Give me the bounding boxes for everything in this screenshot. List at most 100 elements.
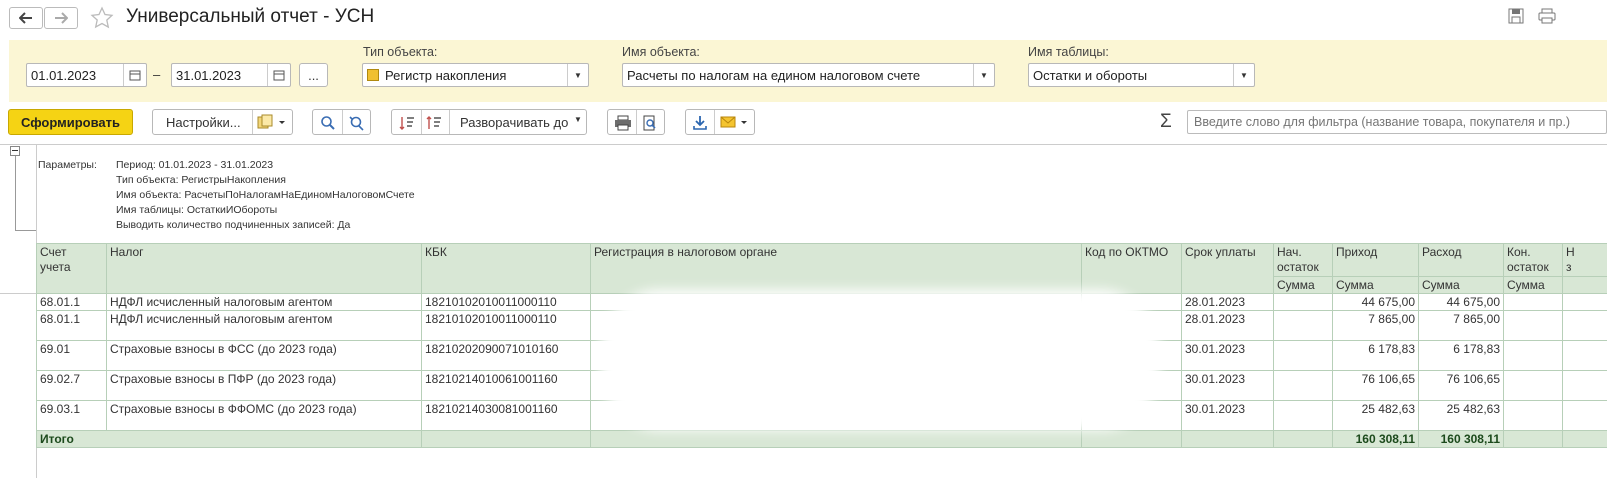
variants-icon[interactable] (257, 114, 287, 133)
expand-group: Разворачивать до ▼ (391, 109, 587, 135)
cell-expense: 25 482,63 (1418, 400, 1504, 431)
period-select-button[interactable]: ... (299, 63, 328, 87)
search-refresh-icon[interactable] (348, 115, 364, 134)
cell-end (1503, 310, 1563, 341)
header-tax: Налог (106, 243, 422, 294)
redacted-area (600, 290, 1160, 430)
param-object-type: Тип объекта: РегистрыНакопления (116, 174, 286, 186)
cell-start (1273, 370, 1333, 401)
total-expense: 160 308,11 (1418, 430, 1504, 448)
cell-due: 30.01.2023 (1181, 400, 1274, 431)
table-name-label: Имя таблицы: (1028, 45, 1109, 59)
param-period: Период: 01.01.2023 - 31.01.2023 (116, 159, 274, 171)
header-sum: Сумма (1503, 276, 1563, 294)
header-cut-column: Нз (1562, 243, 1607, 277)
header-sum-cut (1562, 276, 1607, 294)
expand-icon[interactable] (426, 115, 442, 134)
group-line (15, 230, 37, 231)
collapse-icon[interactable] (399, 115, 415, 134)
cell-start (1273, 310, 1333, 341)
total-label: Итого (36, 430, 422, 448)
chevron-down-icon[interactable]: ▼ (1233, 64, 1254, 86)
cell-income: 25 482,63 (1332, 400, 1419, 431)
cell-kbk: 18210102010011000110 (421, 293, 591, 311)
header-oktmo: Код по ОКТМО (1081, 243, 1182, 294)
print-icon[interactable] (614, 115, 632, 134)
chevron-down-icon[interactable]: ▼ (574, 115, 582, 124)
cell-start (1273, 340, 1333, 371)
filter-search-input[interactable] (1187, 110, 1607, 134)
settings-group: Настройки... (152, 109, 293, 135)
sum-icon[interactable]: Σ (1160, 111, 1172, 133)
page-title: Универсальный отчет - УСН (126, 6, 375, 27)
cell-end (1503, 370, 1563, 401)
email-icon[interactable] (720, 116, 750, 133)
chevron-down-icon[interactable]: ▼ (567, 64, 588, 86)
calendar-icon[interactable] (123, 64, 146, 86)
cell-end (1503, 400, 1563, 431)
param-table-name: Имя таблицы: ОстаткиИОбороты (116, 204, 278, 216)
expand-to-button[interactable]: Разворачивать до (460, 115, 568, 130)
cell-account: 69.03.1 (36, 400, 107, 431)
param-object-name: Имя объекта: РасчетыПоНалогамНаЕдиномНал… (116, 189, 415, 201)
header-due-date: Срок уплаты (1181, 243, 1274, 294)
header-sum: Сумма (1273, 276, 1333, 294)
header-end-balance: Кон. остаток (1503, 243, 1563, 277)
settings-button[interactable]: Настройки... (153, 115, 254, 130)
row-margin-line (0, 293, 36, 294)
save-icon[interactable] (1508, 8, 1526, 26)
cell-end (1503, 293, 1563, 311)
cell-tax: Страховые взносы в ПФР (до 2023 года) (106, 370, 422, 401)
header-sum: Сумма (1332, 276, 1419, 294)
header-income: Приход (1332, 243, 1419, 277)
cell-income: 76 106,65 (1332, 370, 1419, 401)
chevron-down-icon[interactable]: ▼ (973, 64, 994, 86)
download-icon[interactable] (692, 115, 708, 134)
cell-start (1273, 400, 1333, 431)
object-name-label: Имя объекта: (622, 45, 700, 59)
favorite-star-icon[interactable] (90, 6, 114, 33)
object-type-select[interactable]: Регистр накопления ▼ (362, 63, 589, 87)
params-label: Параметры: (38, 159, 97, 171)
date-to-input[interactable]: 31.01.2023 (171, 63, 291, 87)
search-icon[interactable] (320, 115, 336, 134)
cell-account: 68.01.1 (36, 293, 107, 311)
export-group (685, 109, 755, 135)
cell-income: 44 675,00 (1332, 293, 1419, 311)
register-icon (367, 69, 379, 81)
header-registration: Регистрация в налоговом органе (590, 243, 1082, 294)
collapse-params-icon[interactable] (10, 146, 20, 156)
group-line (15, 156, 16, 231)
header-expense: Расход (1418, 243, 1504, 277)
print-preview-icon[interactable] (642, 115, 658, 134)
cell-tax: Страховые взносы в ФСС (до 2023 года) (106, 340, 422, 371)
print-icon[interactable] (1538, 8, 1556, 26)
print-group (607, 109, 665, 135)
cell-expense: 6 178,83 (1418, 340, 1504, 371)
table-name-select[interactable]: Остатки и обороты ▼ (1028, 63, 1255, 87)
total-row[interactable]: Итого 160 308,11 160 308,11 (36, 430, 1607, 448)
total-income: 160 308,11 (1332, 430, 1419, 448)
cell-income: 7 865,00 (1332, 310, 1419, 341)
report-top-border (0, 144, 1607, 145)
cell-expense: 7 865,00 (1418, 310, 1504, 341)
cell-kbk: 18210202090071010160 (421, 340, 591, 371)
back-button[interactable] (9, 7, 43, 29)
generate-button[interactable]: Сформировать (8, 109, 133, 135)
cell-account: 69.02.7 (36, 370, 107, 401)
cell-expense: 76 106,65 (1418, 370, 1504, 401)
header-start-balance: Нач. остаток (1273, 243, 1333, 277)
header-account: Счет учета (36, 243, 107, 294)
cell-due: 30.01.2023 (1181, 370, 1274, 401)
params-list: Период: 01.01.2023 - 31.01.2023 Тип объе… (116, 158, 415, 233)
cell-due: 28.01.2023 (1181, 310, 1274, 341)
cell-start (1273, 293, 1333, 311)
arrow-left-icon (19, 12, 32, 24)
arrow-right-icon (55, 12, 68, 24)
cell-expense: 44 675,00 (1418, 293, 1504, 311)
cell-kbk: 18210214010061001160 (421, 370, 591, 401)
forward-button[interactable] (44, 7, 78, 29)
date-from-input[interactable]: 01.01.2023 (26, 63, 147, 87)
calendar-icon[interactable] (267, 64, 290, 86)
object-name-select[interactable]: Расчеты по налогам на едином налоговом с… (622, 63, 995, 87)
